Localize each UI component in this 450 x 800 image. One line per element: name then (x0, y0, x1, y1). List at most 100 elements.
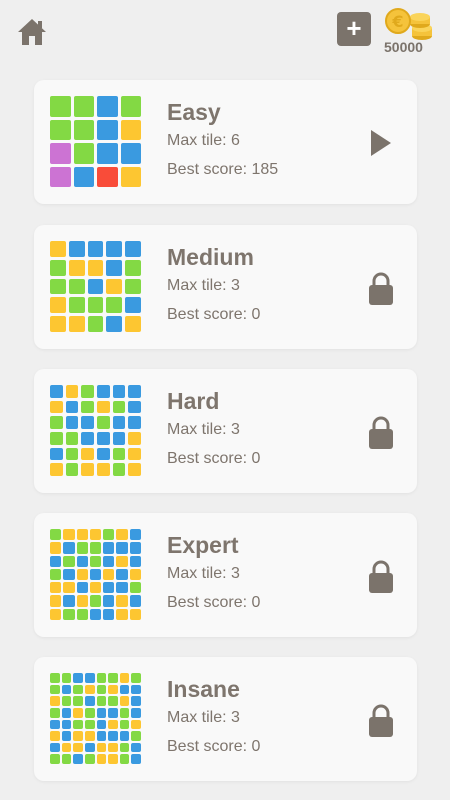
preview-tile (108, 673, 118, 683)
preview-tile (125, 241, 141, 257)
best-score-text: Best score: 185 (167, 161, 279, 178)
preview-tile (120, 166, 141, 187)
preview-tile (119, 684, 130, 695)
preview-tile (131, 696, 141, 706)
preview-tile (112, 432, 126, 445)
lock-icon[interactable] (367, 415, 395, 449)
preview-tile (61, 719, 72, 730)
preview-tile (87, 241, 104, 257)
level-preview-grid (50, 96, 141, 187)
top-bar: + € 50000 (0, 0, 450, 66)
preview-tile (129, 568, 141, 581)
preview-tile (103, 529, 115, 541)
preview-tile (50, 719, 60, 730)
preview-tile (119, 754, 130, 764)
preview-tile (63, 542, 75, 554)
lock-icon[interactable] (367, 271, 395, 305)
preview-tile (106, 259, 123, 276)
preview-tile (103, 582, 115, 594)
preview-tile (50, 608, 62, 620)
lock-icon[interactable] (367, 703, 395, 737)
preview-tile (125, 278, 141, 295)
preview-tile (128, 463, 141, 476)
preview-tile (87, 259, 104, 276)
preview-tile (97, 96, 118, 117)
preview-tile (87, 278, 104, 295)
preview-tile (87, 297, 104, 314)
preview-tile (73, 731, 83, 741)
preview-tile (96, 707, 107, 718)
coin-stack-icon: € (385, 8, 432, 40)
preview-tile (116, 555, 128, 567)
preview-tile (125, 316, 141, 332)
preview-tile (50, 143, 71, 164)
preview-tile (73, 707, 83, 718)
max-tile-text: Max tile: 3 (167, 277, 240, 294)
preview-tile (119, 673, 130, 683)
level-card-insane[interactable]: Insane Max tile: 3 Best score: 0 (34, 657, 417, 781)
preview-tile (131, 673, 141, 683)
level-title: Easy (167, 99, 221, 125)
preview-tile (73, 684, 83, 695)
level-card-expert[interactable]: Expert Max tile: 3 Best score: 0 (34, 513, 417, 637)
preview-tile (116, 542, 128, 554)
preview-tile (50, 432, 63, 445)
preview-tile (76, 582, 88, 594)
preview-tile (119, 731, 130, 741)
preview-tile (129, 608, 141, 620)
preview-tile (50, 385, 63, 398)
preview-tile (50, 731, 60, 741)
level-card-easy[interactable]: Easy Max tile: 6 Best score: 185 (34, 80, 417, 204)
preview-tile (89, 608, 102, 620)
level-card-medium[interactable]: Medium Max tile: 3 Best score: 0 (34, 225, 417, 349)
preview-tile (61, 707, 72, 718)
preview-tile (96, 731, 107, 741)
preview-tile (116, 595, 128, 607)
best-score-text: Best score: 0 (167, 306, 261, 323)
max-tile-text: Max tile: 3 (167, 421, 240, 438)
preview-tile (68, 316, 85, 332)
preview-tile (96, 673, 107, 683)
preview-tile (120, 96, 141, 117)
preview-tile (73, 143, 94, 164)
preview-tile (97, 166, 118, 187)
preview-tile (68, 297, 85, 314)
preview-tile (61, 696, 72, 706)
preview-tile (129, 582, 141, 594)
play-icon[interactable] (367, 126, 395, 160)
level-title: Medium (167, 244, 254, 270)
preview-tile (76, 555, 88, 567)
preview-tile (128, 432, 141, 445)
preview-tile (50, 582, 62, 594)
preview-tile (106, 278, 123, 295)
preview-tile (73, 719, 83, 730)
preview-tile (50, 119, 71, 140)
home-icon[interactable] (16, 16, 48, 48)
preview-tile (81, 400, 94, 414)
best-score-text: Best score: 0 (167, 450, 261, 467)
preview-tile (106, 297, 123, 314)
preview-tile (120, 143, 141, 164)
preview-tile (131, 742, 141, 753)
preview-tile (89, 595, 102, 607)
preview-tile (131, 707, 141, 718)
preview-tile (73, 119, 94, 140)
preview-tile (50, 447, 63, 461)
preview-tile (103, 568, 115, 581)
preview-tile (84, 742, 95, 753)
add-coins-button[interactable]: + (337, 12, 371, 46)
lock-icon[interactable] (367, 559, 395, 593)
preview-tile (108, 707, 118, 718)
preview-tile (84, 696, 95, 706)
preview-tile (119, 719, 130, 730)
preview-tile (129, 542, 141, 554)
level-card-hard[interactable]: Hard Max tile: 3 Best score: 0 (34, 369, 417, 493)
preview-tile (96, 719, 107, 730)
preview-tile (63, 555, 75, 567)
preview-tile (89, 555, 102, 567)
preview-tile (97, 400, 110, 414)
preview-tile (65, 400, 79, 414)
best-score-text: Best score: 0 (167, 738, 261, 755)
preview-tile (50, 416, 63, 429)
preview-tile (84, 719, 95, 730)
